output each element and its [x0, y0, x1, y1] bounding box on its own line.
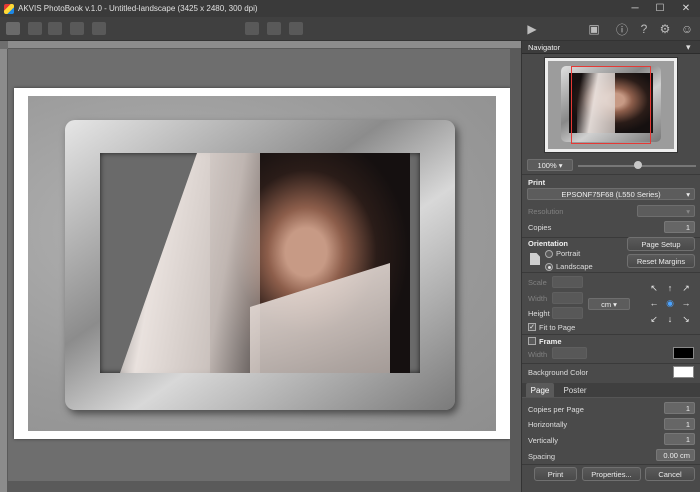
- navigator-title: Navigator: [528, 43, 561, 52]
- resolution-select: ▾: [637, 205, 695, 217]
- play-icon[interactable]: ▶: [524, 21, 540, 37]
- share-icon[interactable]: [289, 22, 303, 35]
- page-setup-button[interactable]: Page Setup: [627, 237, 695, 251]
- navigator-header: Navigator ▾: [522, 41, 700, 54]
- toolbar: ▶ ▣ ⓘ ? ⚙ ☺: [0, 17, 700, 41]
- frame-color-swatch[interactable]: [673, 347, 694, 359]
- horizontal-scrollbar[interactable]: [8, 481, 521, 492]
- spacing-label: Spacing: [528, 452, 556, 461]
- portrait-radio[interactable]: [545, 250, 553, 258]
- fit-to-page-label: Fit to Page: [539, 323, 576, 332]
- info-icon[interactable]: ⓘ: [614, 21, 630, 37]
- settings-icon[interactable]: ⚙: [657, 21, 673, 37]
- print-section-title: Print: [528, 178, 546, 187]
- maximize-icon[interactable]: ☐: [649, 0, 671, 17]
- vertically-label: Vertically: [528, 436, 559, 445]
- divider: [522, 272, 700, 273]
- print-icon[interactable]: [245, 22, 259, 35]
- scale-label: Scale: [528, 278, 547, 287]
- fit-to-page-checkbox[interactable]: ✓: [528, 323, 536, 331]
- unit-select[interactable]: cm ▾: [588, 298, 630, 310]
- divider: [522, 464, 700, 465]
- copies-per-page-input[interactable]: 1: [664, 402, 695, 414]
- layout-icon[interactable]: [48, 22, 62, 35]
- save-icon[interactable]: [92, 22, 106, 35]
- height-input: [552, 307, 583, 319]
- align-bottom-icon[interactable]: ↓: [665, 314, 675, 324]
- properties-button[interactable]: Properties...: [582, 467, 641, 481]
- navigator-preview[interactable]: [544, 57, 678, 153]
- align-right-icon[interactable]: →: [681, 298, 691, 308]
- open-icon[interactable]: [6, 22, 20, 35]
- orientation-title: Orientation: [528, 239, 569, 248]
- horizontal-ruler: [8, 41, 521, 49]
- frame-width-label: Width: [528, 350, 548, 359]
- collapse-icon[interactable]: ▾: [686, 42, 691, 53]
- scale-input: [552, 276, 583, 288]
- horizontally-input[interactable]: 1: [664, 418, 695, 430]
- align-top-right-icon[interactable]: ↗: [681, 283, 691, 293]
- height-label: Height: [528, 309, 550, 318]
- print-button[interactable]: Print: [534, 467, 577, 481]
- orientation-icon: [530, 253, 540, 265]
- align-bottom-left-icon[interactable]: ↙: [649, 314, 659, 324]
- frame-checkbox[interactable]: [528, 337, 536, 345]
- align-center-icon[interactable]: ◉: [665, 298, 675, 308]
- width-label: Width: [528, 294, 548, 303]
- tab-poster[interactable]: Poster: [558, 383, 592, 397]
- app-logo-icon: [4, 3, 14, 14]
- divider: [522, 174, 700, 175]
- zoom-select[interactable]: 100% ▾: [527, 159, 573, 171]
- resolution-label: Resolution: [528, 207, 564, 216]
- gallery-icon[interactable]: [70, 22, 84, 35]
- width-input: [552, 292, 583, 304]
- printer-select[interactable]: EPSONF75F68 (L550 Series) ▾: [527, 188, 695, 200]
- align-top-icon[interactable]: ↑: [665, 283, 675, 293]
- title-bar: AKVIS PhotoBook v.1.0 - Untitled-landsca…: [0, 0, 700, 17]
- veil-left: [120, 153, 260, 373]
- help-icon[interactable]: ?: [636, 21, 652, 37]
- copies-label: Copies: [528, 223, 552, 232]
- minimize-icon[interactable]: ─: [624, 0, 646, 17]
- frame-label: Frame: [539, 337, 562, 346]
- tab-page[interactable]: Page: [526, 383, 554, 397]
- preview-icon[interactable]: [267, 22, 281, 35]
- spacing-input[interactable]: 0.00 cm: [656, 449, 695, 461]
- background-color-swatch[interactable]: [673, 366, 694, 378]
- vertical-ruler: [0, 49, 8, 492]
- vertically-input[interactable]: 1: [664, 433, 695, 445]
- zoom-slider-handle[interactable]: [634, 161, 642, 169]
- align-bottom-right-icon[interactable]: ↘: [681, 314, 691, 324]
- portrait-label: Portrait: [556, 249, 581, 258]
- new-page-icon[interactable]: [28, 22, 42, 35]
- landscape-label: Landscape: [556, 262, 593, 271]
- close-icon[interactable]: ✕: [675, 0, 697, 17]
- horizontally-label: Horizontally: [528, 420, 568, 429]
- copies-per-page-label: Copies per Page: [528, 405, 584, 414]
- layout-toggle-icon[interactable]: ▣: [586, 21, 602, 37]
- window-title: AKVIS PhotoBook v.1.0 - Untitled-landsca…: [18, 4, 258, 13]
- divider: [522, 334, 700, 335]
- copies-input[interactable]: 1: [664, 221, 695, 233]
- settings-panel: Navigator ▾ 100% ▾ Print EPSONF75F68 (L5…: [521, 41, 700, 492]
- background-color-label: Background Color: [528, 368, 589, 377]
- align-left-icon[interactable]: ←: [649, 298, 659, 308]
- portrait-photo: [100, 153, 420, 373]
- account-icon[interactable]: ☺: [679, 21, 695, 37]
- frame-width-input: [552, 347, 587, 359]
- reset-margins-button[interactable]: Reset Margins: [627, 254, 695, 268]
- cancel-button[interactable]: Cancel: [645, 467, 695, 481]
- align-top-left-icon[interactable]: ↖: [649, 283, 659, 293]
- landscape-radio[interactable]: [545, 263, 553, 271]
- vertical-scrollbar[interactable]: [510, 49, 521, 481]
- divider: [522, 363, 700, 364]
